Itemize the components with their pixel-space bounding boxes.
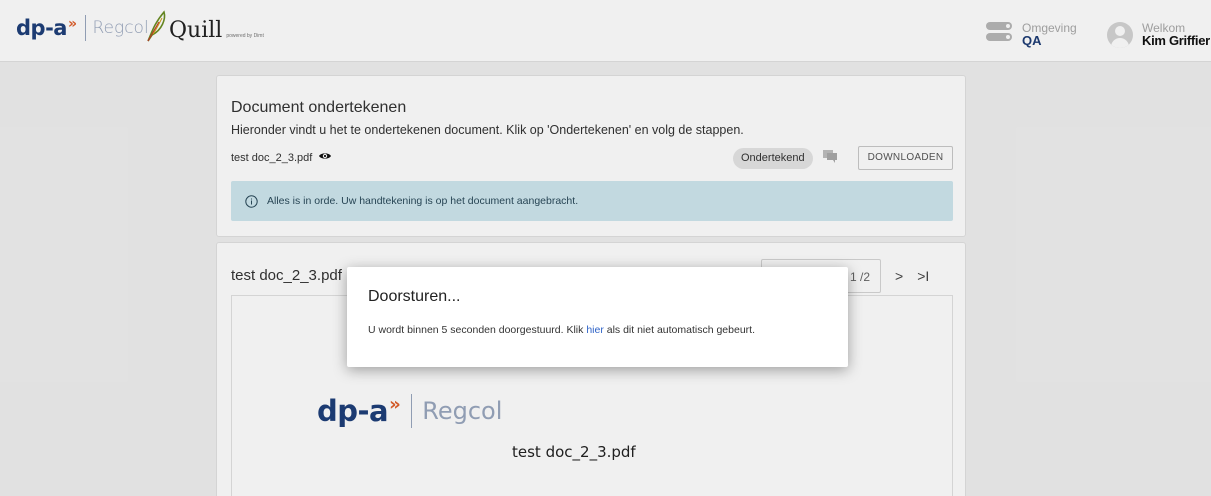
modal-message: U wordt binnen 5 seconden doorgestuurd. … [368,324,755,336]
redirect-link[interactable]: hier [586,324,604,336]
redirect-modal: Doorsturen... U wordt binnen 5 seconden … [347,267,848,367]
modal-backdrop [0,0,1211,496]
modal-title: Doorsturen... [368,288,461,305]
